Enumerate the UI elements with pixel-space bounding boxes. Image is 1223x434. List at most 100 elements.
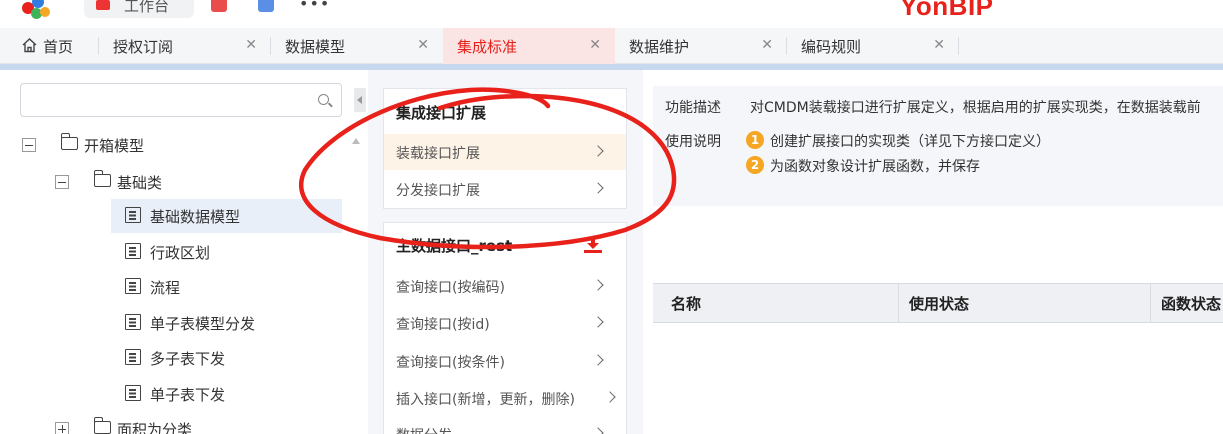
blue-app-icon[interactable] [258,0,274,12]
close-icon[interactable]: ✕ [245,37,257,53]
query-by-condition-item[interactable]: 查询接口(按条件) [384,343,626,379]
home-icon [22,38,37,53]
close-icon[interactable]: ✕ [417,37,429,53]
tree-node-label: 单子表模型分发 [150,315,256,333]
tree-search-input[interactable] [29,90,309,110]
app-logo-icon[interactable] [22,0,52,20]
document-icon [125,385,141,401]
tab-bar: 首页 授权订阅 ✕ 数据模型 ✕ 集成标准 ✕ 数据维护 ✕ 编码规则 ✕ [0,28,1223,64]
tree-node-label: 单子表下发 [150,386,226,404]
tree-node-label: 基础数据模型 [150,208,241,226]
tree-node-label: 开箱模型 [84,137,145,155]
folder-icon [93,170,111,187]
close-icon[interactable]: ✕ [761,37,773,53]
red-app-icon[interactable] [211,0,227,12]
chevron-right-icon [604,391,616,403]
tree-node-folder[interactable]: 开箱模型 [20,128,340,162]
workbench-icon [96,0,110,10]
chevron-right-icon [592,279,604,291]
tab-label: 集成标准 [457,38,518,56]
tab-label: 编码规则 [801,38,862,56]
tree-node-label: 行政区划 [150,244,211,262]
insert-interface-item[interactable]: 插入接口(新增，更新，删除) [384,380,626,416]
folder-icon [60,133,78,150]
tab-encoding-rules[interactable]: 编码规则 ✕ [787,28,959,64]
master-data-rest-card: 主数据接口_rest 查询接口(按编码) 查询接口(按id) 查询接口(按条件)… [383,222,627,434]
tree-node[interactable]: 行政区划 [111,235,342,269]
tree-node-selected[interactable]: 基础数据模型 [111,199,342,233]
step-number-badge: 1 [746,131,764,149]
query-by-id-item[interactable]: 查询接口(按id) [384,305,626,341]
collapse-node-icon[interactable] [22,138,36,152]
tab-data-maintenance[interactable]: 数据维护 ✕ [615,28,787,64]
scroll-up-icon[interactable] [352,138,360,144]
tab-integration-standard[interactable]: 集成标准 ✕ [443,28,615,64]
item-label: 查询接口(按条件) [396,355,505,371]
document-icon [125,349,141,365]
expand-node-icon[interactable] [55,422,69,434]
tree-node[interactable]: 多子表下发 [111,341,342,375]
search-icon[interactable] [318,94,329,105]
column-header-function-status[interactable]: 函数状态 [1161,293,1221,314]
tree-node-label: 流程 [150,279,181,297]
workbench-label: 工作台 [124,0,170,15]
chevron-right-icon [592,145,604,157]
description-box: 功能描述 对CMDM装载接口进行扩展定义，根据启用的扩展实现类，在数据装载前 使… [653,86,1223,206]
close-icon[interactable]: ✕ [933,37,945,53]
integration-extension-card: 集成接口扩展 装载接口扩展 分发接口扩展 [383,88,627,209]
column-header-name[interactable]: 名称 [671,293,701,314]
item-label: 数据分发 [396,425,452,434]
column-divider[interactable] [1150,284,1151,322]
tab-divider [958,37,959,55]
tree-node-folder[interactable]: 面积为分类 [20,412,340,434]
card-title: 主数据接口_rest [396,237,513,255]
download-icon-base [584,250,602,253]
table-header: 名称 使用状态 函数状态 [653,283,1223,323]
tree-node-label: 面积为分类 [117,421,193,434]
chevron-right-icon [592,427,604,434]
app-root: { "topbar": { "workbench_label": "工作台", … [0,0,1223,434]
interface-list-panel: 集成接口扩展 装载接口扩展 分发接口扩展 主数据接口_rest 查询接口(按编码… [369,70,641,434]
folder-icon [93,417,111,434]
more-icon[interactable]: ••• [299,0,330,13]
tree-node-folder[interactable]: 基础类 [20,165,340,199]
tree-node[interactable]: 流程 [111,270,342,304]
brand-logo: YonBIP [900,0,994,21]
item-label: 插入接口(新增，更新，删除) [396,392,575,408]
description-label: 功能描述 [665,100,721,116]
step-text: 创建扩展接口的实现类（详见下方接口定义） [770,134,1050,150]
step-text: 为函数对象设计扩展函数，并保存 [770,159,980,175]
close-icon[interactable]: ✕ [589,37,601,53]
tree-node-label: 基础类 [117,174,163,192]
item-label: 查询接口(按编码) [396,280,505,296]
description-text: 对CMDM装载接口进行扩展定义，根据启用的扩展实现类，在数据装载前 [750,100,1201,116]
tab-label: 数据模型 [285,38,346,56]
tab-label: 数据维护 [629,38,690,56]
tab-auth-subscribe[interactable]: 授权订阅 ✕ [99,28,271,64]
tab-data-model[interactable]: 数据模型 ✕ [271,28,443,64]
card-title: 集成接口扩展 [396,104,487,122]
tree-scrollbar[interactable] [346,128,366,434]
column-header-usage-status[interactable]: 使用状态 [909,293,969,314]
top-bar: 工作台 ••• YonBIP [0,0,1223,28]
query-by-code-item[interactable]: 查询接口(按编码) [384,268,626,304]
tab-home[interactable]: 首页 [0,28,99,64]
document-icon [125,207,141,223]
tree-node[interactable]: 单子表模型分发 [111,306,342,340]
document-icon [125,314,141,330]
tree-search-box[interactable] [20,83,342,117]
workbench-button[interactable]: 工作台 [84,0,194,18]
distribute-interface-extension-item[interactable]: 分发接口扩展 [384,171,626,207]
document-icon [125,278,141,294]
tree-node[interactable]: 单子表下发 [111,377,342,411]
collapse-panel-handle[interactable] [354,88,366,112]
item-label: 分发接口扩展 [396,183,480,199]
data-distribution-item[interactable]: 数据分发 [384,416,626,434]
column-divider[interactable] [898,284,899,322]
tab-label: 首页 [43,38,74,56]
step-number-badge: 2 [746,156,764,174]
tab-label: 授权订阅 [113,38,174,56]
chevron-right-icon [592,354,604,366]
collapse-node-icon[interactable] [55,175,69,189]
load-interface-extension-item[interactable]: 装载接口扩展 [384,134,626,170]
